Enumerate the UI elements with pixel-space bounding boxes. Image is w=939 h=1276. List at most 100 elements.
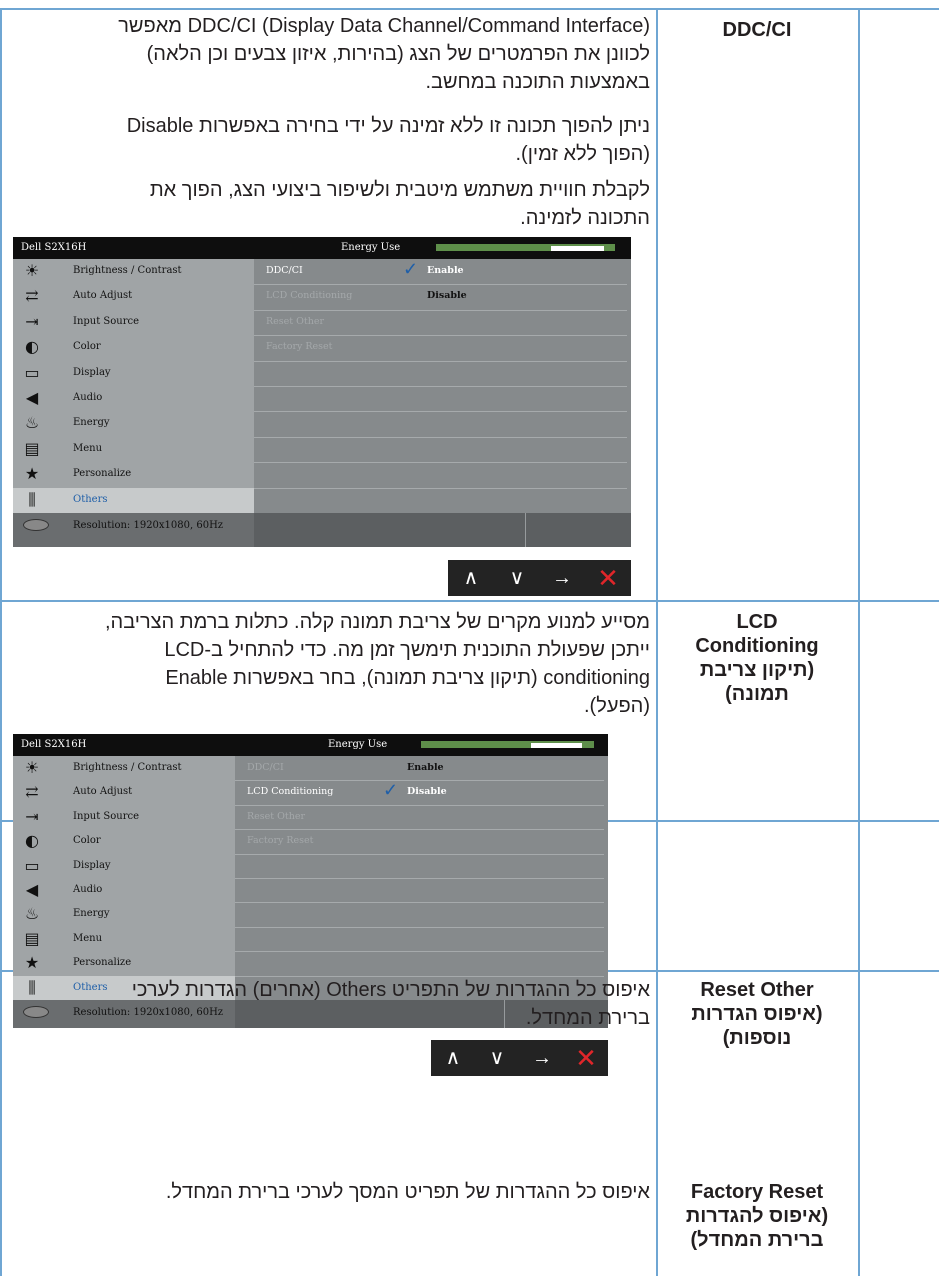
osd-submenu-item-lcd-conditioning[interactable]: LCD Conditioning (266, 290, 352, 301)
row-divider-1 (0, 600, 939, 602)
input-source-icon: ⇥ (25, 311, 39, 331)
osd-row-separator (254, 411, 627, 413)
osd-menu-label: Personalize (73, 468, 132, 480)
osd-menu-item-audio[interactable]: ◀ Audio (13, 386, 254, 411)
osd-menu-label: Auto Adjust (73, 290, 133, 302)
osd-menu-item-audio[interactable]: ◀ Audio (13, 878, 235, 902)
osd-menu-label: Personalize (73, 957, 132, 969)
auto-adjust-icon: ⇄ (25, 782, 39, 802)
up-arrow-icon[interactable]: ∧ (456, 564, 486, 592)
osd-menu-item-personalize[interactable]: ★ Personalize (13, 462, 254, 487)
osd-option-enable[interactable]: Enable (427, 265, 464, 276)
personalize-icon: ★ (24, 464, 40, 484)
osd-menu-item-input-source[interactable]: ⇥ Input Source (13, 310, 254, 335)
osd-menu-item-input-source[interactable]: ⇥ Input Source (13, 805, 235, 829)
osd-menu-item-menu[interactable]: ▤ Menu (13, 437, 254, 462)
osd-submenu-item-factory-reset[interactable]: Factory Reset (266, 341, 333, 352)
right-arrow-icon[interactable]: → (527, 1044, 557, 1072)
table-top-rule (0, 8, 939, 10)
osd-screenshot-ddcci: Dell S2X16H Energy Use ☀ Brightness / Contr… (13, 237, 631, 547)
osd-menu-item-personalize[interactable]: ★ Personalize (13, 951, 235, 975)
osd-submenu-item-ddc-ci[interactable]: DDC/CI (266, 265, 303, 276)
osd-menu-label: Input Source (73, 315, 140, 327)
osd-menu-item-color[interactable]: ◐ Color (13, 335, 254, 360)
osd-option-disable[interactable]: Disable (427, 290, 467, 301)
row-label-reset-other: Reset Other (איפוס הגדרות נוספות) (691, 979, 823, 1049)
osd-menu-item-menu[interactable]: ▤ Menu (13, 927, 235, 951)
osd-menu-item-color[interactable]: ◐ Color (13, 829, 235, 853)
osd-menu-item-brightness-contrast[interactable]: ☀ Brightness / Contrast (13, 259, 254, 284)
osd-model-name: Dell S2X16H (21, 739, 87, 750)
osd-submenu-item-ddc-ci[interactable]: DDC/CI (247, 762, 284, 773)
osd-row-separator (235, 951, 604, 953)
osd-footer-left: Resolution: 1920x1080, 60Hz (13, 513, 254, 547)
color-icon: ◐ (25, 337, 39, 357)
osd-nav-bar-1: ∧ ∨ → ✕ (448, 560, 631, 596)
down-arrow-icon[interactable]: ∨ (482, 1044, 512, 1072)
osd-nav-bar-2: ∧ ∨ → ✕ (431, 1040, 608, 1076)
osd-menu-label: Display (73, 366, 111, 378)
lcd-conditioning-description: מסייע למנוע מקרים של צריבת תמונה קלה. כת… (104, 611, 650, 717)
checkmark-icon: ✓ (383, 780, 399, 802)
osd-row-separator (254, 462, 627, 464)
osd-menu-label: Energy (73, 417, 110, 429)
osd-title-bar: Dell S2X16H Energy Use (13, 734, 608, 756)
close-icon[interactable]: ✕ (571, 1044, 601, 1072)
osd-menu-item-brightness-contrast[interactable]: ☀ Brightness / Contrast (13, 756, 235, 780)
osd-submenu-item-lcd-conditioning[interactable]: LCD Conditioning (247, 786, 333, 797)
energy-icon: ♨ (24, 413, 40, 433)
menu-icon: ▤ (24, 438, 40, 458)
down-arrow-icon[interactable]: ∨ (502, 564, 532, 592)
osd-title-bar: Dell S2X16H Energy Use (13, 237, 631, 259)
osd-row-separator (235, 804, 604, 806)
close-icon[interactable]: ✕ (593, 564, 623, 592)
column-divider-right (858, 8, 860, 1276)
osd-menu-item-energy[interactable]: ♨ Energy (13, 411, 254, 436)
others-icon: ⫼ (28, 489, 36, 509)
osd-menu-label: Audio (73, 392, 103, 403)
osd-option-disable[interactable]: Disable (407, 786, 447, 797)
osd-menu-label: Audio (73, 884, 103, 895)
audio-icon: ◀ (25, 880, 39, 899)
energy-use-label: Energy Use (341, 242, 401, 253)
osd-menu-label: Brightness / Contrast (73, 762, 182, 773)
right-arrow-icon[interactable]: → (547, 564, 577, 592)
osd-submenu-panel: DDC/CI LCD Conditioning Reset Other Factory… (254, 259, 631, 513)
osd-row-separator (235, 878, 604, 879)
osd-menu-item-others[interactable]: ⫼ Others (13, 487, 254, 513)
osd-menu-label: Input Source (73, 810, 140, 822)
ddcci-description: (Display Data Channel/Command Interface)… (118, 15, 650, 93)
up-arrow-icon[interactable]: ∧ (438, 1044, 468, 1072)
osd-menu-item-auto-adjust[interactable]: ⇄ Auto Adjust (13, 780, 235, 804)
osd-row-separator (254, 360, 627, 362)
osd-submenu-item-reset-other[interactable]: Reset Other (247, 811, 305, 822)
column-divider-left (0, 8, 2, 1276)
osd-row-separator (235, 829, 604, 831)
input-source-icon: ⇥ (25, 806, 39, 826)
reset-other-description: איפוס כל ההגדרות של התפריט Others (אחרים… (131, 979, 650, 1029)
osd-menu-label: Color (73, 341, 101, 353)
display-icon: ▭ (24, 855, 40, 875)
ddcci-recommendation: לקבלת חוויית משתמש מיטבית ולשיפור ביצועי… (149, 179, 650, 229)
energy-icon: ♨ (24, 904, 40, 924)
osd-row-separator (235, 780, 604, 782)
checkmark-icon: ✓ (403, 259, 419, 280)
osd-menu-label: Menu (73, 442, 103, 454)
osd-submenu-panel: DDC/CI LCD Conditioning Reset Other Factory… (235, 756, 608, 1000)
osd-menu-item-energy[interactable]: ♨ Energy (13, 902, 235, 926)
osd-submenu-item-factory-reset[interactable]: Factory Reset (247, 835, 314, 846)
osd-option-enable[interactable]: Enable (407, 762, 444, 773)
brightness-icon: ☀ (24, 758, 40, 777)
osd-menu-label: Display (73, 859, 111, 871)
osd-row-separator (254, 284, 627, 286)
osd-row-separator (254, 436, 627, 438)
osd-submenu-item-reset-other[interactable]: Reset Other (266, 316, 324, 327)
osd-menu-item-auto-adjust[interactable]: ⇄ Auto Adjust (13, 284, 254, 309)
osd-menu-label: Menu (73, 932, 103, 944)
osd-row-separator (235, 902, 604, 904)
osd-main-menu: ☀ Brightness / Contrast ⇄ Auto Adjust ⇥ Input… (13, 756, 235, 1000)
osd-menu-item-display[interactable]: ▭ Display (13, 361, 254, 386)
energy-use-label: Energy Use (328, 739, 388, 750)
energy-use-level (551, 246, 604, 251)
osd-menu-item-display[interactable]: ▭ Display (13, 854, 235, 878)
